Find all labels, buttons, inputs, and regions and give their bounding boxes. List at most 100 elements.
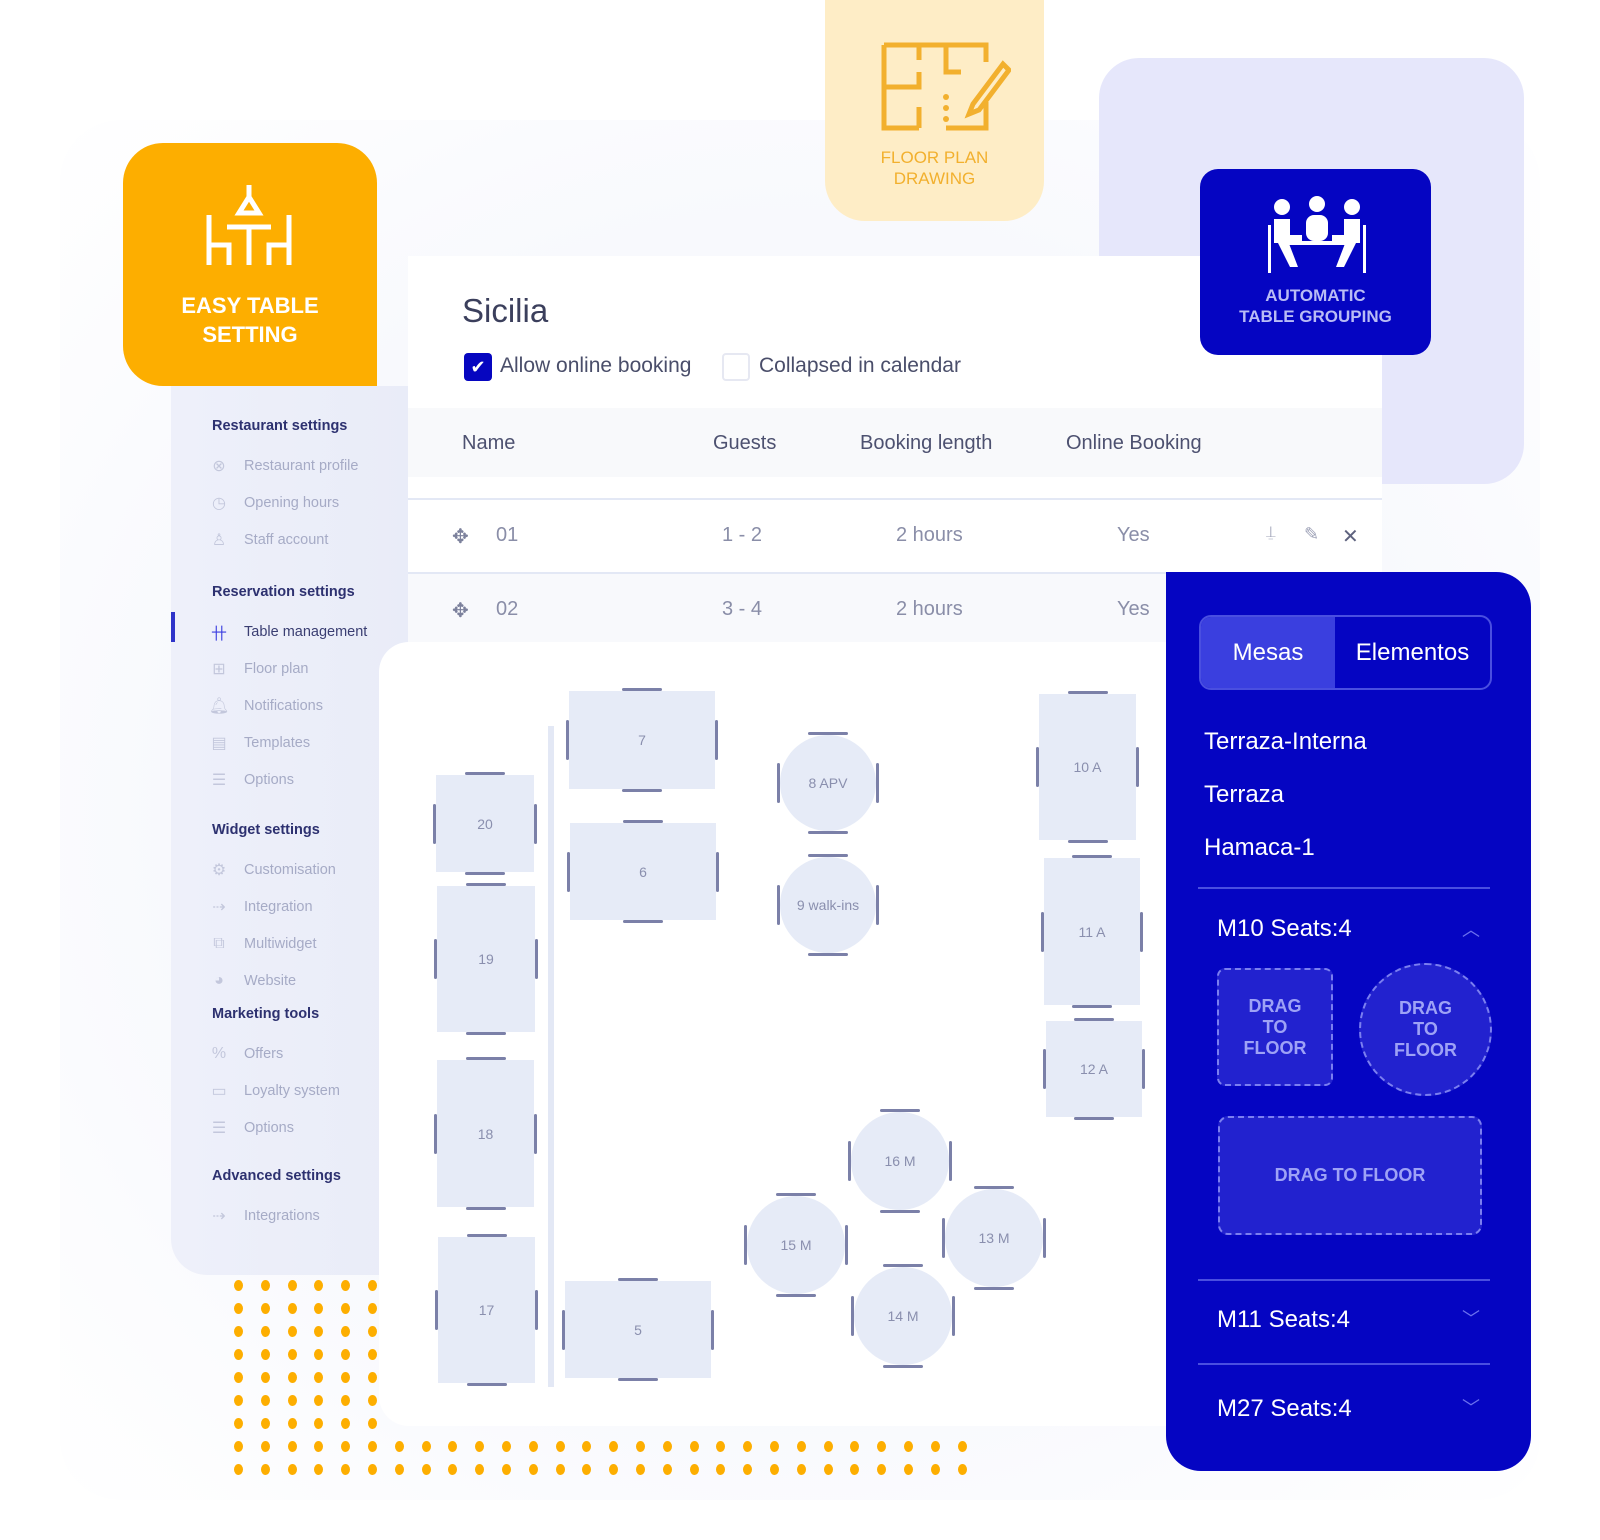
floor-table[interactable]: 15 M <box>747 1196 845 1294</box>
badge-line: AUTOMATIC <box>1265 286 1366 305</box>
accordion-m10[interactable]: M10 Seats:4 <box>1217 915 1352 943</box>
floor-table[interactable]: 8 APV <box>780 735 876 831</box>
chevron-down-icon[interactable]: ﹀ <box>1462 1394 1480 1420</box>
chair <box>744 1225 747 1265</box>
floor-table[interactable]: 17 <box>438 1237 535 1383</box>
active-indicator <box>171 612 175 642</box>
sidebar-item-label: Opening hours <box>244 495 340 511</box>
chair <box>1043 1218 1046 1258</box>
sidebar-item-options[interactable]: ☰ Options <box>211 772 294 789</box>
column-header-name[interactable]: Name <box>462 432 515 455</box>
allow-online-booking-checkbox[interactable]: ✔ <box>464 353 492 381</box>
sidebar-item-table-management[interactable]: 卄 Table management <box>211 624 367 643</box>
floor-table[interactable]: 7 <box>569 691 715 789</box>
sidebar-item-templates[interactable]: ▤ Templates <box>211 735 310 752</box>
chair <box>808 854 848 857</box>
sidebar-item-customisation[interactable]: ⚙ Customisation <box>212 862 336 879</box>
sidebar-item-offers[interactable]: % Offers <box>211 1045 283 1062</box>
badge-line: EASY TABLE <box>181 293 319 318</box>
column-header-online-booking[interactable]: Online Booking <box>1066 432 1202 455</box>
sidebar-item-options[interactable]: ☰ Options <box>211 1120 294 1137</box>
sidebar-item-integrations[interactable]: ⇢ Integrations <box>212 1208 319 1225</box>
chair <box>883 1264 923 1267</box>
wall-divider[interactable] <box>548 726 554 1387</box>
decorative-dot <box>770 1464 779 1475</box>
decorative-dot <box>287 1418 297 1429</box>
chair <box>623 820 663 823</box>
chair <box>880 1210 920 1213</box>
zone-item[interactable]: Terraza-Interna <box>1204 728 1367 756</box>
sidebar-section-heading: Restaurant settings <box>212 418 348 434</box>
zone-item[interactable]: Hamaca-1 <box>1204 834 1315 862</box>
table-row[interactable]: ✥ 01 1 - 2 2 hours Yes ⍊ ✎ ✕ <box>408 498 1382 572</box>
sidebar-item-notifications[interactable]: 🔔︎ Notifications <box>209 698 323 715</box>
column-header-guests[interactable]: Guests <box>713 432 776 455</box>
pencil-icon[interactable]: ✎ <box>1304 524 1319 545</box>
floor-table[interactable]: 20 <box>436 775 534 872</box>
decorative-dot <box>930 1464 940 1475</box>
chair <box>435 1290 438 1330</box>
decorative-dot <box>421 1464 431 1475</box>
zone-item[interactable]: Terraza <box>1204 781 1284 809</box>
sidebar-item-floor-plan[interactable]: ⊞ Floor plan <box>212 661 308 678</box>
move-handle-icon[interactable]: ✥ <box>452 524 469 549</box>
close-icon[interactable]: ✕ <box>1342 524 1359 549</box>
floor-table[interactable]: 16 M <box>851 1112 949 1210</box>
row-online: Yes <box>1117 524 1150 546</box>
floor-table[interactable]: 14 M <box>854 1267 952 1365</box>
chair <box>562 1309 565 1350</box>
tab-mesas[interactable]: Mesas <box>1201 617 1335 688</box>
chair <box>883 1365 923 1368</box>
drag-round-table[interactable]: DRAG TO FLOOR <box>1359 963 1492 1096</box>
floor-table[interactable]: 5 <box>565 1281 711 1378</box>
chair <box>465 1057 506 1060</box>
column-header-booking-length[interactable]: Booking length <box>860 432 992 455</box>
list-icon: ☰ <box>211 1120 227 1137</box>
sidebar-item-restaurant-profile[interactable]: ⊗ Restaurant profile <box>212 458 358 475</box>
tab-elementos[interactable]: Elementos <box>1335 617 1490 688</box>
allow-online-booking-label: Allow online booking <box>500 354 692 377</box>
stamp-icon[interactable]: ⍊ <box>1266 524 1276 542</box>
decorative-dot <box>287 1280 297 1291</box>
sidebar-item-staff-account[interactable]: ♙ Staff account <box>212 532 329 549</box>
chevron-up-icon[interactable]: ︿ <box>1462 916 1480 942</box>
chair <box>1140 911 1143 952</box>
chevron-down-icon[interactable]: ﹀ <box>1462 1305 1480 1331</box>
sidebar-item-multiwidget[interactable]: ⧉ Multiwidget <box>212 935 316 952</box>
accordion-m11[interactable]: M11 Seats:4 <box>1217 1306 1350 1334</box>
floor-plan-drawing-badge: FLOOR PLAN DRAWING <box>825 0 1044 221</box>
badge-line: SETTING <box>202 322 298 347</box>
floor-table[interactable]: 12 A <box>1046 1021 1142 1117</box>
drag-wide-table[interactable]: DRAG TO FLOOR <box>1218 1116 1482 1235</box>
decorative-dot <box>234 1464 243 1475</box>
chair <box>1072 1005 1112 1008</box>
floor-table[interactable]: 11 A <box>1044 858 1140 1005</box>
decorative-dot <box>528 1441 538 1452</box>
collapsed-in-calendar-checkbox[interactable] <box>722 353 750 381</box>
floor-table[interactable]: 13 M <box>945 1189 1043 1287</box>
sidebar-item-integration[interactable]: ⇢ Integration <box>212 899 312 916</box>
accordion-m27[interactable]: M27 Seats:4 <box>1217 1395 1352 1423</box>
move-handle-icon[interactable]: ✥ <box>452 598 469 623</box>
floor-plan-canvas[interactable]: 7 20 6 19 18 17 5 8 APV 9 walk-ins 10 A 11 A 12 A 16… <box>379 642 1179 1426</box>
percent-hand-icon: % <box>211 1045 227 1062</box>
decorative-dot <box>930 1441 940 1452</box>
floor-table[interactable]: 9 walk-ins <box>780 857 876 953</box>
floor-table[interactable]: 6 <box>570 823 716 920</box>
floor-table[interactable]: 10 A <box>1039 694 1136 840</box>
decorative-dot <box>823 1441 833 1452</box>
chair <box>952 1296 955 1336</box>
chair <box>466 883 506 886</box>
floor-table[interactable]: 19 <box>437 886 535 1032</box>
decorative-dot <box>260 1372 270 1383</box>
chair <box>845 1225 848 1265</box>
decorative-dot <box>368 1326 377 1337</box>
floor-table[interactable]: 18 <box>437 1060 534 1207</box>
sidebar-item-website[interactable]: ◕ Website <box>212 972 296 989</box>
list-icon: ☰ <box>211 772 227 789</box>
decorative-dot <box>502 1464 511 1475</box>
divider <box>1198 1279 1490 1281</box>
sidebar-item-opening-hours[interactable]: ◷ Opening hours <box>212 495 340 512</box>
sidebar-item-loyalty-system[interactable]: ▭ Loyalty system <box>211 1083 339 1100</box>
drag-square-table[interactable]: DRAG TO FLOOR <box>1217 968 1333 1086</box>
